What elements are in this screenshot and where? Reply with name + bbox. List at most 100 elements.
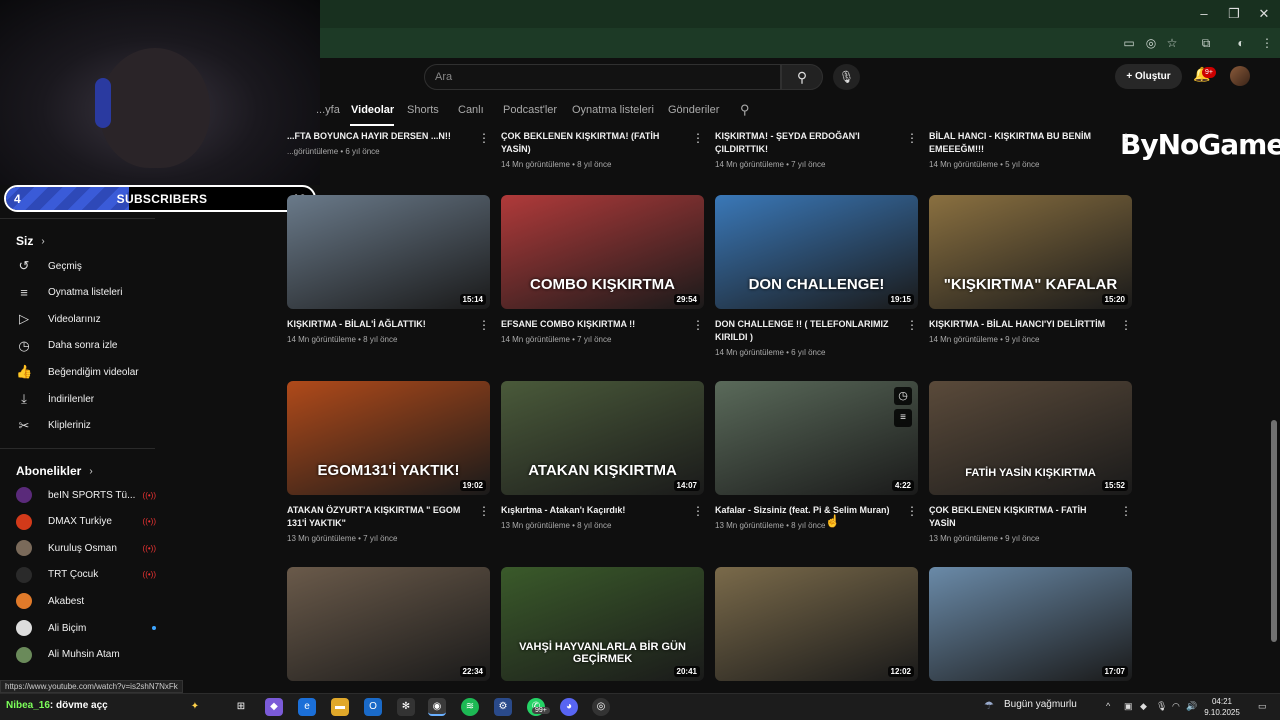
sidebar-item[interactable]: ◷ Daha sonra izle — [16, 335, 166, 357]
scrollbar-thumb[interactable] — [1271, 420, 1277, 642]
channel-tab[interactable]: Oynatma listeleri — [572, 104, 654, 116]
sidebar-item[interactable]: ↺ Geçmiş — [16, 255, 166, 277]
search-input[interactable]: Ara — [424, 64, 781, 90]
spotify-icon[interactable]: ≋ — [461, 698, 479, 716]
subscription-channel[interactable]: TRT Çocuk ((•)) — [16, 564, 156, 586]
copilot-icon[interactable]: ◆ — [265, 698, 283, 716]
mic-tray-icon[interactable]: 🎙 — [1156, 701, 1167, 712]
weather-text[interactable]: Bugün yağmurlu — [1004, 699, 1077, 710]
profile-icon[interactable]: ◐ — [1232, 34, 1250, 52]
task-view-icon[interactable]: ⊞ — [232, 698, 250, 716]
copilot-sparkle-icon[interactable]: ✦ — [186, 698, 204, 716]
volume-icon[interactable]: 🔊 — [1186, 701, 1197, 712]
video-card[interactable]: 12:02 — [715, 567, 918, 681]
video-card[interactable]: BİLAL HANCI - KIŞKIRTMA BU BENİM EMEEEĞM… — [929, 130, 1132, 169]
video-title[interactable]: KIŞKIRTMA - BİLAL HANCI'YI DELİRTTİM — [929, 318, 1109, 331]
video-thumbnail[interactable]: COMBO KIŞKIRTMA 29:54 — [501, 195, 704, 309]
subscription-channel[interactable]: Ali Muhsin Atam — [16, 644, 156, 666]
channel-tab[interactable]: ...yfa — [316, 104, 340, 116]
video-thumbnail[interactable]: 22:34 — [287, 567, 490, 681]
channel-tab[interactable]: Videolar — [351, 104, 394, 116]
avatar[interactable] — [1230, 66, 1250, 86]
channel-tab[interactable]: Shorts — [407, 104, 439, 116]
video-card[interactable]: EGOM131'İ YAKTIK! 19:02 ATAKAN ÖZYURT'A … — [287, 381, 490, 543]
restore-icon[interactable]: ❐ — [1226, 6, 1242, 22]
video-thumbnail[interactable]: DON CHALLENGE! 19:15 — [715, 195, 918, 309]
search-button[interactable]: ⚲ — [781, 64, 823, 90]
sidebar-subscriptions-header[interactable]: Abonelikler › — [16, 464, 93, 478]
video-thumbnail[interactable]: ◷ ≡ 4:22 — [715, 381, 918, 495]
video-card[interactable]: ÇOK BEKLENEN KIŞKIRTMA! (FATİH YASİN) 14… — [501, 130, 704, 169]
discord-icon[interactable]: ◕ — [560, 698, 578, 716]
video-card[interactable]: ...FTA BOYUNCA HAYIR DERSEN ...N!! ...gö… — [287, 130, 490, 156]
video-thumbnail[interactable]: "KIŞKIRTMA" KAFALAR 15:20 — [929, 195, 1132, 309]
video-card[interactable]: VAHŞİ HAYVANLARLA BİR GÜN GEÇİRMEK 20:41 — [501, 567, 704, 681]
close-icon[interactable]: ✕ — [1256, 6, 1272, 22]
subscription-channel[interactable]: DMAX Turkiye ((•)) — [16, 511, 156, 533]
video-title[interactable]: ATAKAN ÖZYURT'A KIŞKIRTMA " EGOM 131'İ Y… — [287, 504, 467, 530]
channel-search-icon[interactable]: ⚲ — [740, 102, 750, 118]
chevron-up-icon[interactable]: ^ — [1106, 701, 1110, 711]
sidebar-item[interactable]: ▷ Videolarınız — [16, 308, 166, 330]
sidebar-item[interactable]: ≡ Oynatma listeleri — [16, 282, 166, 304]
video-thumbnail[interactable]: 15:14 — [287, 195, 490, 309]
video-card[interactable]: COMBO KIŞKIRTMA 29:54 EFSANE COMBO KIŞKI… — [501, 195, 704, 344]
video-title[interactable]: ...FTA BOYUNCA HAYIR DERSEN ...N!! — [287, 130, 467, 143]
minimize-icon[interactable]: – — [1196, 6, 1212, 22]
video-card[interactable]: KIŞKIRTMA! - ŞEYDA ERDOĞAN'I ÇILDIRTTIK!… — [715, 130, 918, 169]
mic-button[interactable]: 🎙 — [833, 64, 860, 90]
more-icon[interactable]: ⋮ — [1120, 132, 1132, 144]
video-title[interactable]: KIŞKIRTMA! - ŞEYDA ERDOĞAN'I ÇILDIRTTIK! — [715, 130, 895, 156]
subscription-channel[interactable]: beIN SPORTS Tü... ((•)) — [16, 484, 156, 506]
video-card[interactable]: DON CHALLENGE! 19:15 DON CHALLENGE !! ( … — [715, 195, 918, 357]
cast-icon[interactable]: ▭ — [1120, 34, 1138, 52]
channel-tab[interactable]: Canlı — [458, 104, 484, 116]
edge-icon[interactable]: e — [298, 698, 316, 716]
video-thumbnail[interactable]: 17:07 — [929, 567, 1132, 681]
chrome-icon[interactable]: ◉ — [428, 698, 446, 716]
more-icon[interactable]: ⋮ — [478, 505, 490, 517]
clock[interactable]: 04:21 9.10.2025 — [1200, 696, 1244, 718]
menu-icon[interactable]: ⋮ — [1258, 34, 1276, 52]
video-card[interactable]: 15:14 KIŞKIRTMA - BİLAL'İ AĞLATTIK! 14 M… — [287, 195, 490, 344]
more-icon[interactable]: ⋮ — [478, 319, 490, 331]
more-icon[interactable]: ⋮ — [906, 505, 918, 517]
steam-icon[interactable]: ⚙ — [494, 698, 512, 716]
video-card[interactable]: 17:07 — [929, 567, 1132, 681]
subscription-channel[interactable]: Ali Biçim — [16, 617, 156, 639]
subscription-channel[interactable]: Akabest — [16, 590, 156, 612]
more-icon[interactable]: ⋮ — [478, 132, 490, 144]
video-thumbnail[interactable]: 12:02 — [715, 567, 918, 681]
video-thumbnail[interactable]: FATİH YASİN KIŞKIRTMA 15:52 — [929, 381, 1132, 495]
video-title[interactable]: Kışkırtma - Atakan'ı Kaçırdık! — [501, 504, 681, 517]
eye-off-icon[interactable]: ◎ — [1142, 34, 1160, 52]
more-icon[interactable]: ⋮ — [692, 319, 704, 331]
tray-app-icon[interactable]: ◆ — [1140, 701, 1147, 712]
create-button[interactable]: + Oluştur — [1115, 64, 1182, 89]
outlook-icon[interactable]: O — [364, 698, 382, 716]
video-card[interactable]: FATİH YASİN KIŞKIRTMA 15:52 ÇOK BEKLENEN… — [929, 381, 1132, 543]
more-icon[interactable]: ⋮ — [906, 132, 918, 144]
video-title[interactable]: Kafalar - Sizsiniz (feat. Pi & Selim Mur… — [715, 504, 895, 517]
more-icon[interactable]: ⋮ — [1120, 319, 1132, 331]
video-card[interactable]: ATAKAN KIŞKIRTMA 14:07 Kışkırtma - Ataka… — [501, 381, 704, 530]
watch-later-icon[interactable]: ◷ — [894, 387, 912, 405]
video-title[interactable]: ÇOK BEKLENEN KIŞKIRTMA - FATİH YASİN — [929, 504, 1109, 530]
video-title[interactable]: ÇOK BEKLENEN KIŞKIRTMA! (FATİH YASİN) — [501, 130, 681, 156]
video-title[interactable]: BİLAL HANCI - KIŞKIRTMA BU BENİM EMEEEĞM… — [929, 130, 1109, 156]
video-thumbnail[interactable]: ATAKAN KIŞKIRTMA 14:07 — [501, 381, 704, 495]
obs-icon[interactable]: ◎ — [592, 698, 610, 716]
star-icon[interactable]: ☆ — [1163, 34, 1181, 52]
extensions-icon[interactable]: ⧉ — [1197, 34, 1215, 52]
video-title[interactable]: EFSANE COMBO KIŞKIRTMA !! — [501, 318, 681, 331]
folder-icon[interactable]: ▬ — [331, 698, 349, 716]
add-to-queue-icon[interactable]: ≡ — [894, 409, 912, 427]
sidebar-item[interactable]: ✂ Klipleriniz — [16, 415, 166, 437]
sidebar-item[interactable]: ⤓ İndirilenler — [16, 388, 166, 410]
more-icon[interactable]: ⋮ — [1120, 505, 1132, 517]
subscription-channel[interactable]: Kuruluş Osman ((•)) — [16, 537, 156, 559]
video-thumbnail[interactable]: EGOM131'İ YAKTIK! 19:02 — [287, 381, 490, 495]
more-icon[interactable]: ⋮ — [906, 319, 918, 331]
wifi-icon[interactable]: ◠ — [1172, 701, 1180, 712]
channel-tab[interactable]: Podcast'ler — [503, 104, 557, 116]
